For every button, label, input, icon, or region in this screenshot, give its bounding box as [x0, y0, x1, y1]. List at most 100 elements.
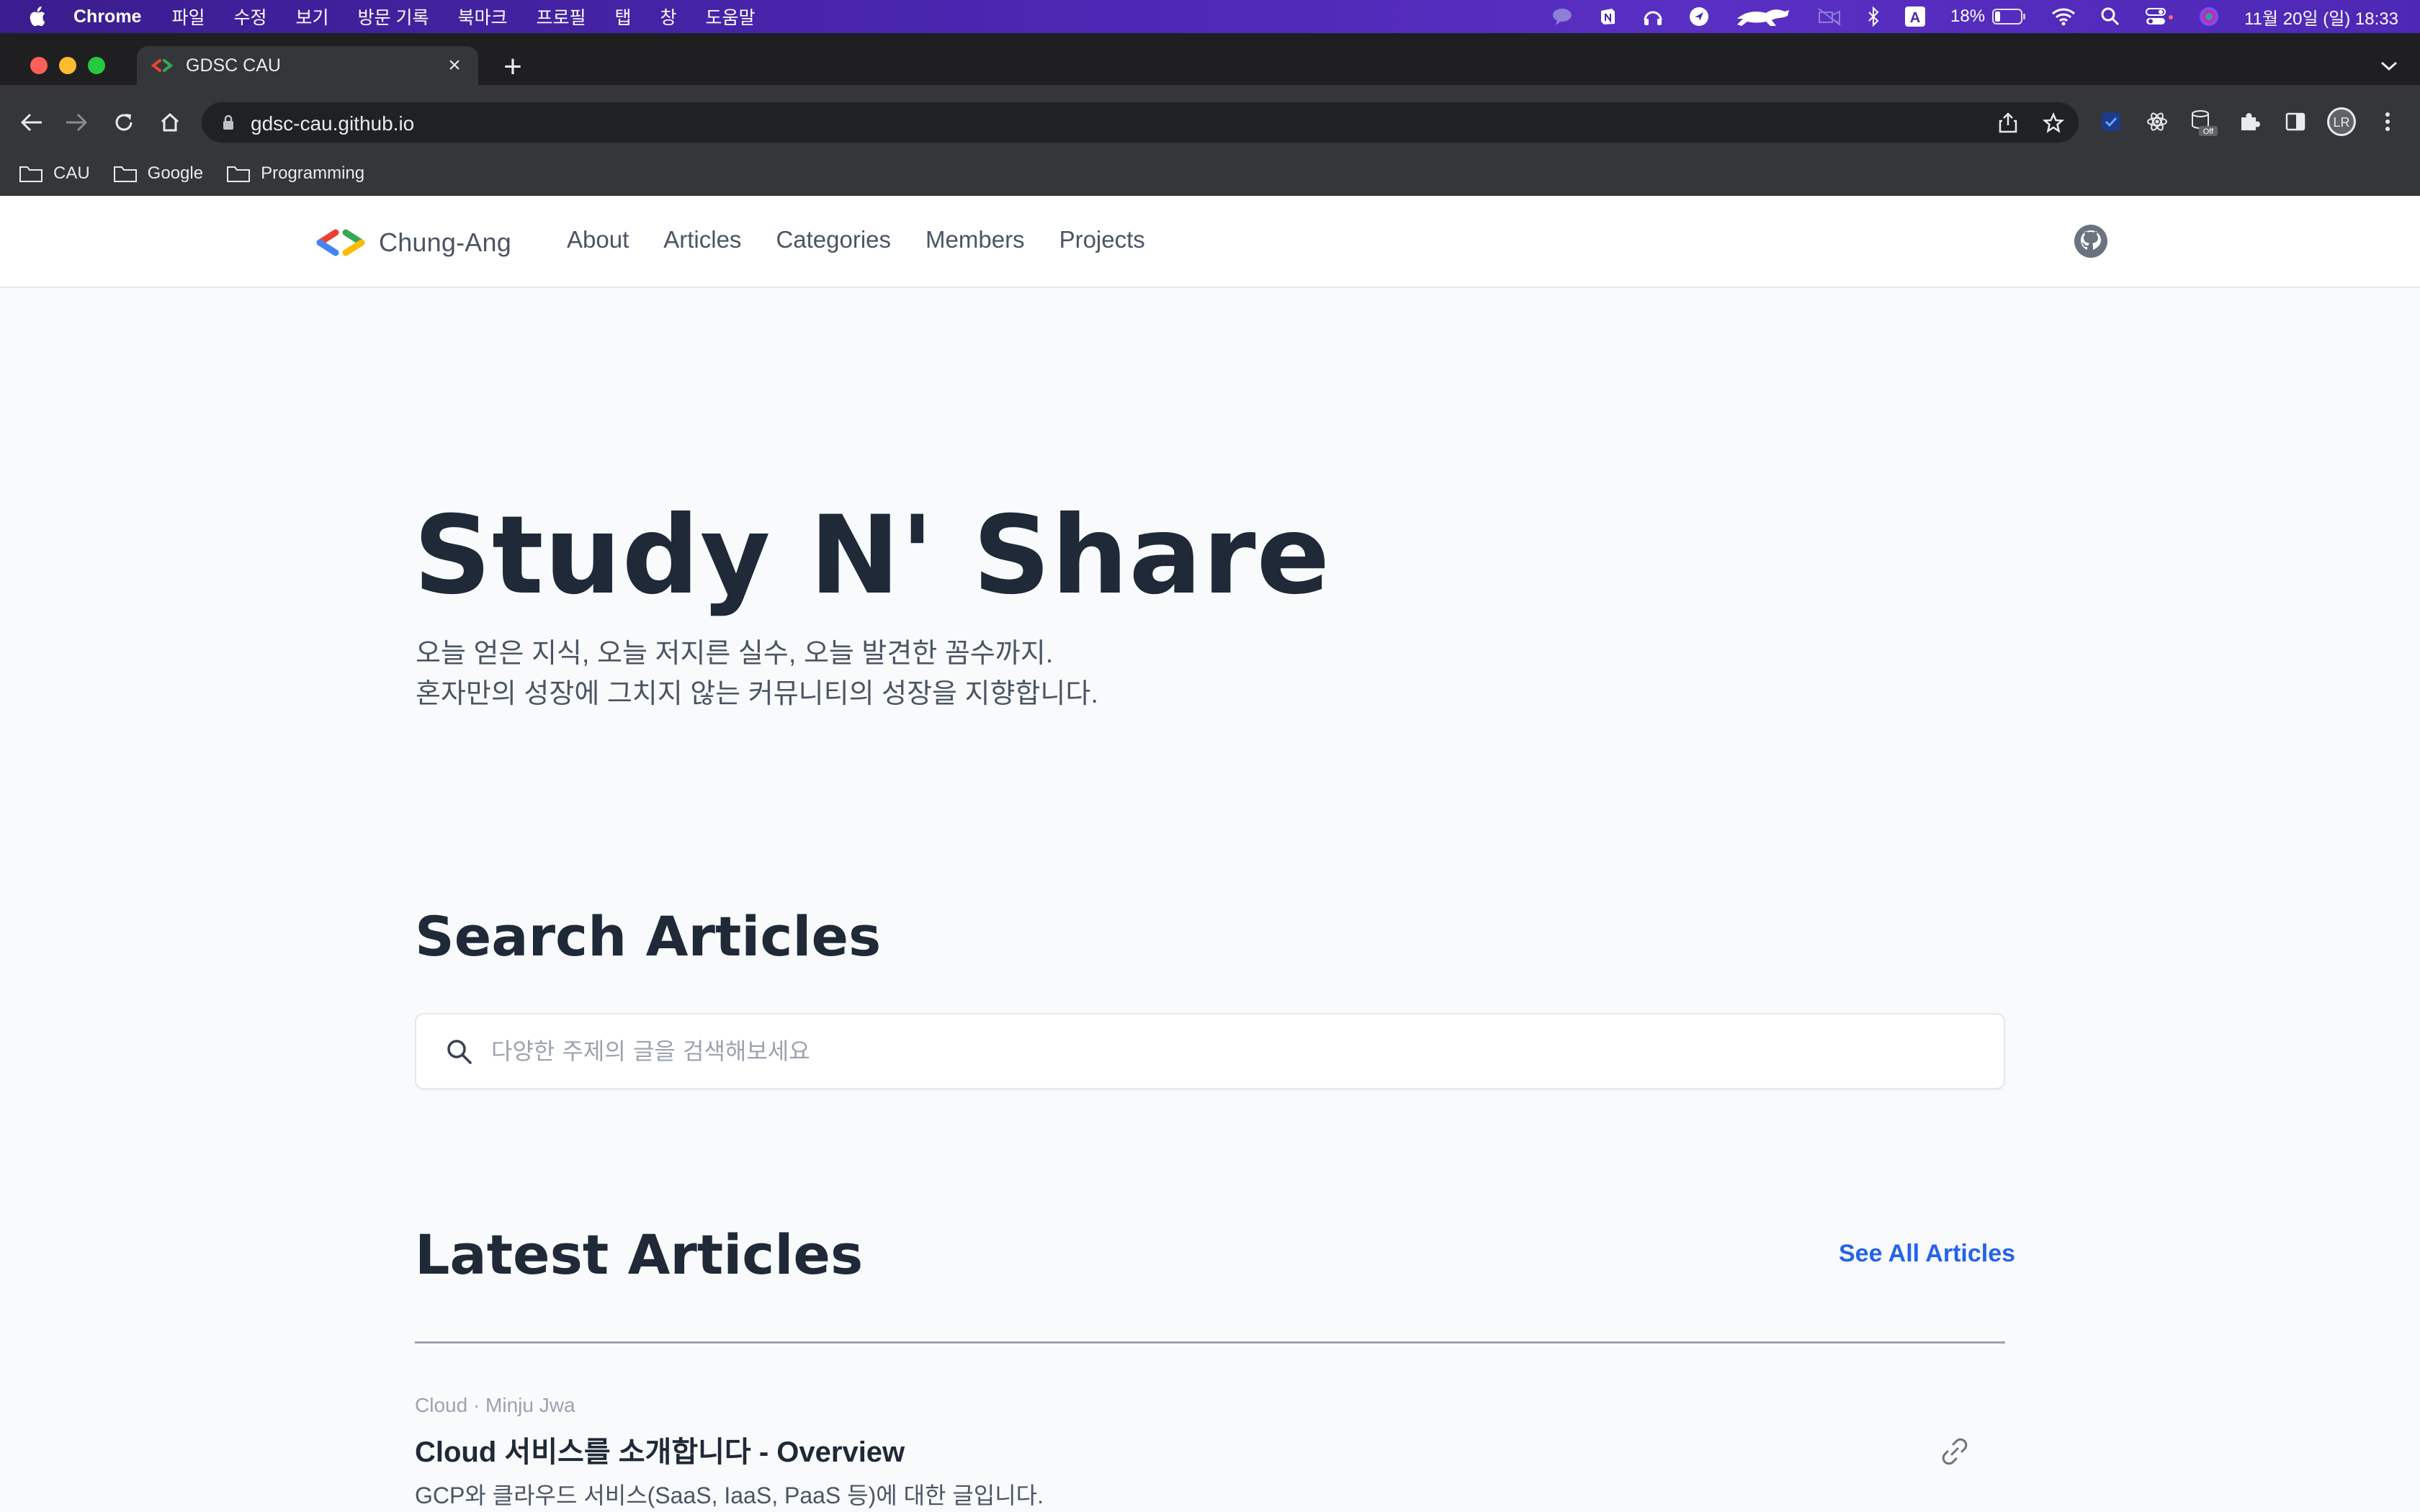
menu-app-chrome[interactable]: Chrome [73, 6, 141, 27]
home-button[interactable] [156, 108, 184, 137]
menu-edit[interactable]: 수정 [233, 4, 266, 30]
address-url: gdsc-cau.github.io [251, 112, 415, 135]
gdsc-logo-icon [316, 229, 365, 256]
svg-text:A: A [1910, 10, 1920, 26]
control-center-icon[interactable] [2145, 6, 2174, 27]
forward-button[interactable] [62, 108, 91, 137]
link-icon[interactable] [1939, 1436, 1971, 1467]
home-icon [161, 112, 179, 132]
apple-icon[interactable] [27, 6, 48, 27]
latest-articles-title: Latest Articles [415, 1223, 864, 1287]
profile-button[interactable]: LR [2325, 105, 2358, 138]
article-meta: Cloud · Minju Jwa [415, 1394, 575, 1416]
react-atom-icon [2147, 112, 2167, 131]
folder-icon [19, 166, 42, 182]
wifi-icon[interactable] [2051, 7, 2076, 26]
menu-view[interactable]: 보기 [296, 4, 329, 30]
profile-avatar-icon: LR [2327, 107, 2356, 136]
hero-title: Study N' Share [413, 493, 1331, 618]
kebab-menu-icon [2385, 112, 2390, 131]
menubar-status-area: A 18% 11월 20일 (일) 18:33 [1551, 0, 2398, 33]
menu-help[interactable]: 도움말 [706, 4, 756, 30]
side-panel-icon [2285, 112, 2305, 131]
chat-bubble-icon[interactable] [1551, 7, 1573, 26]
bookmark-folder-programming[interactable]: Programming [226, 163, 364, 184]
search-section-title: Search Articles [415, 904, 882, 968]
article-search-box[interactable] [415, 1013, 2005, 1089]
back-button[interactable] [17, 108, 46, 137]
hero-subtitle-line-1: 오늘 얻은 지식, 오늘 저지른 실수, 오늘 발견한 꼼수까지. [416, 639, 1054, 669]
article-title[interactable]: Cloud 서비스를 소개합니다 - Overview [415, 1428, 905, 1470]
search-icon [447, 1040, 472, 1064]
window-zoom-button[interactable] [88, 57, 105, 74]
hero-subtitle: 오늘 얻은 지식, 오늘 저지른 실수, 오늘 발견한 꼼수까지. 혼자만의 성… [416, 634, 1098, 714]
extension-off-button[interactable]: Off [2187, 105, 2220, 138]
new-tab-button[interactable]: + [498, 49, 527, 85]
bookmark-label: Programming [261, 163, 365, 183]
menu-bookmarks[interactable]: 북마크 [457, 4, 507, 30]
github-icon[interactable] [2073, 223, 2109, 259]
window-close-button[interactable] [30, 57, 48, 74]
bluetooth-icon[interactable] [1867, 6, 1880, 27]
tab-gdsc-cau[interactable]: GDSC CAU × [137, 46, 478, 85]
checkmark-shield-icon [2102, 112, 2120, 131]
bookmarks-bar: CAU Google Programming [0, 151, 2420, 196]
navigation-arrow-icon[interactable] [1688, 6, 1710, 27]
folder-icon [227, 166, 251, 182]
side-panel-button[interactable] [2279, 105, 2312, 138]
headphones-icon[interactable] [1642, 6, 1664, 27]
extension-checkmark-button[interactable] [2094, 105, 2128, 138]
menubar-clock[interactable]: 11월 20일 (일) 18:33 [2244, 4, 2398, 30]
profile-initials: LR [2333, 115, 2349, 130]
tab-close-icon[interactable]: × [444, 55, 465, 76]
nav-projects[interactable]: Projects [1059, 226, 1145, 253]
lock-icon[interactable] [222, 114, 235, 131]
siri-icon[interactable] [2198, 6, 2220, 27]
extension-react-button[interactable] [2141, 105, 2174, 138]
site-logo[interactable]: Chung-Ang [314, 228, 511, 258]
bookmark-folder-google[interactable]: Google [113, 163, 203, 184]
menu-file[interactable]: 파일 [171, 4, 205, 30]
search-input[interactable] [491, 1027, 1975, 1075]
window-minimize-button[interactable] [59, 57, 76, 74]
bookmark-star-icon[interactable] [2043, 112, 2064, 134]
article-description: GCP와 클라우드 서비스(SaaS, IaaS, PaaS 등)에 대한 글입… [415, 1482, 1044, 1508]
browser-toolbar: gdsc-cau.github.io Off LR [0, 85, 2420, 161]
extensions-menu-button[interactable] [2233, 105, 2266, 138]
puzzle-piece-icon [2241, 113, 2260, 130]
chrome-menu-button[interactable] [2371, 105, 2404, 138]
see-all-articles-link[interactable]: See All Articles [1839, 1240, 2015, 1268]
folder-icon [113, 166, 137, 182]
menu-window[interactable]: 창 [660, 4, 677, 30]
reload-button[interactable] [109, 108, 138, 137]
notion-icon[interactable] [1597, 6, 1618, 27]
tab-search-chevron-icon[interactable] [2380, 60, 2398, 72]
nav-about[interactable]: About [567, 226, 629, 253]
hero-subtitle-line-2: 혼자만의 성장에 그치지 않는 커뮤니티의 성장을 지향합니다. [416, 679, 1098, 709]
menu-tab[interactable]: 탭 [615, 4, 632, 30]
input-source-icon[interactable]: A [1904, 6, 1926, 27]
logo-text: Chung-Ang [379, 228, 511, 257]
share-icon[interactable] [1998, 112, 2018, 134]
battery-icon[interactable] [1992, 8, 2027, 25]
camera-off-icon[interactable] [1816, 6, 1842, 27]
menu-history[interactable]: 방문 기록 [358, 4, 429, 30]
bookmark-folder-cau[interactable]: CAU [19, 163, 90, 184]
site-nav: About Articles Categories Members Projec… [567, 226, 1145, 253]
nav-articles[interactable]: Articles [663, 226, 741, 253]
nav-members[interactable]: Members [926, 226, 1025, 253]
arrow-right-icon [66, 113, 88, 132]
bookmark-label: CAU [53, 163, 90, 183]
section-divider [415, 1341, 2005, 1344]
extension-badge: Off [2203, 127, 2214, 136]
bookmark-label: Google [147, 163, 204, 183]
battery-percent: 18% [1950, 6, 1986, 26]
nav-categories[interactable]: Categories [776, 226, 891, 253]
menu-profiles[interactable]: 프로필 [536, 4, 586, 30]
address-bar[interactable]: gdsc-cau.github.io [202, 102, 2079, 143]
gdsc-favicon-icon [151, 59, 173, 72]
reload-icon [115, 114, 133, 131]
spotlight-search-icon[interactable] [2100, 6, 2120, 27]
cat-runner-icon[interactable] [1734, 6, 1792, 27]
macos-menubar: Chrome 파일 수정 보기 방문 기록 북마크 프로필 탭 창 도움말 A … [0, 0, 2420, 33]
